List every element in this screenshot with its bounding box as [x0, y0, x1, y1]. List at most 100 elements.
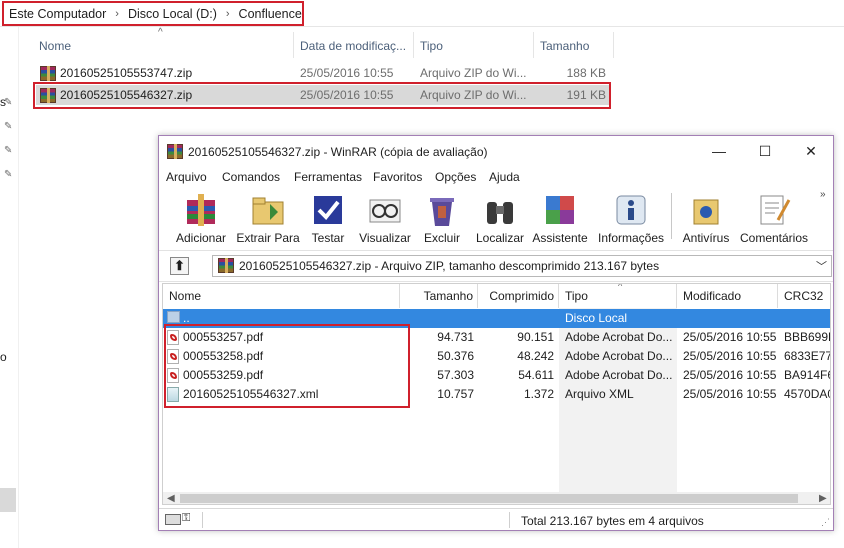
pin-icon: ✎	[4, 97, 13, 108]
view-glasses-icon	[367, 192, 403, 228]
title-bar[interactable]: 20160525105546327.zip - WinRAR (cópia de…	[159, 136, 833, 167]
item-size: 57.303	[437, 368, 474, 382]
item-modified: 25/05/2016 10:55	[683, 330, 777, 344]
extract-to-button[interactable]: Extrair Para	[235, 187, 301, 247]
info-label: Informações	[597, 231, 665, 245]
find-label: Localizar	[475, 231, 525, 245]
add-books-icon	[183, 192, 219, 228]
column-header-name[interactable]: Nome	[163, 284, 400, 308]
minimize-button[interactable]: —	[696, 136, 742, 167]
menu-favoritos[interactable]: Favoritos	[373, 170, 422, 184]
status-divider	[509, 512, 510, 528]
address-bar: ⬆ 20160525105546327.zip - Arquivo ZIP, t…	[159, 250, 833, 282]
item-modified: 25/05/2016 10:55	[683, 368, 777, 382]
chevron-right-icon: ›	[115, 7, 119, 20]
archive-path-combobox[interactable]: 20160525105546327.zip - Arquivo ZIP, tam…	[212, 255, 832, 277]
binoculars-icon	[482, 192, 518, 228]
status-summary: Total 213.167 bytes em 4 arquivos	[521, 514, 704, 528]
nav-text-fragment: o	[0, 350, 7, 364]
pin-icon: ✎	[4, 169, 13, 180]
add-button[interactable]: Adicionar	[171, 187, 231, 247]
chevron-down-icon[interactable]: ﹀	[816, 258, 827, 274]
antivirus-button[interactable]: Antivírus	[679, 187, 733, 247]
menu-ferramentas[interactable]: Ferramentas	[294, 170, 362, 184]
winrar-app-icon	[167, 144, 183, 159]
item-type: Adobe Acrobat Do...	[565, 330, 673, 344]
winrar-zip-icon	[218, 258, 234, 273]
comment-pencil-icon	[756, 192, 792, 228]
toolbar: Adicionar Extrair Para Testar Visualizar…	[159, 187, 833, 247]
column-header-type[interactable]: Tipo	[420, 36, 443, 56]
column-header-date[interactable]: Data de modificaç...	[300, 36, 406, 56]
column-divider[interactable]	[413, 32, 414, 58]
window-title: 20160525105546327.zip - WinRAR (cópia de…	[188, 145, 488, 159]
find-button[interactable]: Localizar	[473, 187, 527, 247]
file-date: 25/05/2016 10:55	[300, 66, 394, 80]
navigation-pane[interactable]: s ✎ ✎ ✎ ✎ o	[0, 27, 19, 548]
toolbar-overflow-icon[interactable]: »	[820, 189, 826, 200]
scroll-right-icon[interactable]: ▶	[819, 492, 827, 504]
nav-selected-item[interactable]	[0, 488, 16, 512]
toolbar-separator	[671, 193, 672, 239]
antivirus-label: Antivírus	[682, 231, 730, 245]
item-type: Adobe Acrobat Do...	[565, 349, 673, 363]
up-folder-button[interactable]: ⬆	[170, 257, 189, 275]
comments-label: Comentários	[739, 231, 809, 245]
antivirus-icon	[688, 192, 724, 228]
close-button[interactable]: ✕	[788, 136, 834, 167]
maximize-button[interactable]: ☐	[742, 136, 788, 167]
scrollbar-thumb[interactable]	[180, 494, 798, 503]
column-header-name[interactable]: Nome	[39, 36, 71, 56]
scroll-left-icon[interactable]: ◀	[167, 492, 175, 504]
item-crc: BBB699D...	[784, 330, 830, 344]
highlight-frame	[33, 82, 611, 109]
item-packed: 90.151	[517, 330, 554, 344]
column-header-size[interactable]: Tamanho	[540, 36, 589, 56]
breadcrumb-item-folder[interactable]: Confluence	[239, 7, 302, 21]
column-header-packed[interactable]: Comprimido	[478, 284, 559, 308]
extract-to-label: Extrair Para	[236, 231, 300, 245]
test-button[interactable]: Testar	[305, 187, 351, 247]
file-row[interactable]: 20160525105553747.zip 25/05/2016 10:55 A…	[36, 63, 610, 83]
file-name: 20160525105553747.zip	[60, 66, 193, 80]
item-packed: 48.242	[517, 349, 554, 363]
info-icon	[613, 192, 649, 228]
column-header-size[interactable]: Tamanho	[400, 284, 478, 308]
menu-bar: Arquivo Comandos Ferramentas Favoritos O…	[159, 167, 833, 187]
delete-bin-icon	[424, 192, 460, 228]
pin-icon: ✎	[4, 145, 13, 156]
column-header-modified[interactable]: Modificado	[677, 284, 778, 308]
menu-ajuda[interactable]: Ajuda	[489, 170, 520, 184]
breadcrumb[interactable]: Este Computador › Disco Local (D:) › Con…	[2, 1, 304, 26]
menu-comandos[interactable]: Comandos	[222, 170, 280, 184]
comments-button[interactable]: Comentários	[739, 187, 809, 247]
column-divider[interactable]	[613, 32, 614, 58]
item-modified: 25/05/2016 10:55	[683, 349, 777, 363]
horizontal-scrollbar[interactable]: ◀ ▶	[163, 492, 830, 504]
item-crc: 6833E77E	[784, 349, 830, 363]
delete-button[interactable]: Excluir	[419, 187, 465, 247]
highlight-frame	[164, 324, 410, 408]
wizard-button[interactable]: Assistente	[531, 187, 589, 247]
status-divider	[202, 512, 203, 528]
item-crc: BA914F6...	[784, 368, 830, 382]
item-crc: 4570DA0...	[784, 387, 830, 401]
menu-opcoes[interactable]: Opções	[435, 170, 476, 184]
breadcrumb-item-disk[interactable]: Disco Local (D:)	[128, 7, 217, 21]
column-header-crc[interactable]: CRC32	[778, 284, 830, 308]
menu-arquivo[interactable]: Arquivo	[166, 170, 207, 184]
info-button[interactable]: Informações	[595, 187, 667, 247]
view-button[interactable]: Visualizar	[357, 187, 413, 247]
item-modified: 25/05/2016 10:55	[683, 387, 777, 401]
key-icon: ⚿	[182, 512, 191, 524]
column-header-type[interactable]: Tipo	[559, 284, 677, 308]
column-divider[interactable]	[533, 32, 534, 58]
file-type: Arquivo ZIP do Wi...	[420, 66, 527, 80]
column-divider[interactable]	[293, 32, 294, 58]
status-bar: ⚿ Total 213.167 bytes em 4 arquivos ⋰	[159, 508, 833, 530]
item-size: 50.376	[437, 349, 474, 363]
item-type: Adobe Acrobat Do...	[565, 368, 673, 382]
resize-grip-icon[interactable]: ⋰	[821, 517, 830, 528]
archive-path-text: 20160525105546327.zip - Arquivo ZIP, tam…	[239, 259, 660, 273]
breadcrumb-item-computer[interactable]: Este Computador	[9, 7, 106, 21]
